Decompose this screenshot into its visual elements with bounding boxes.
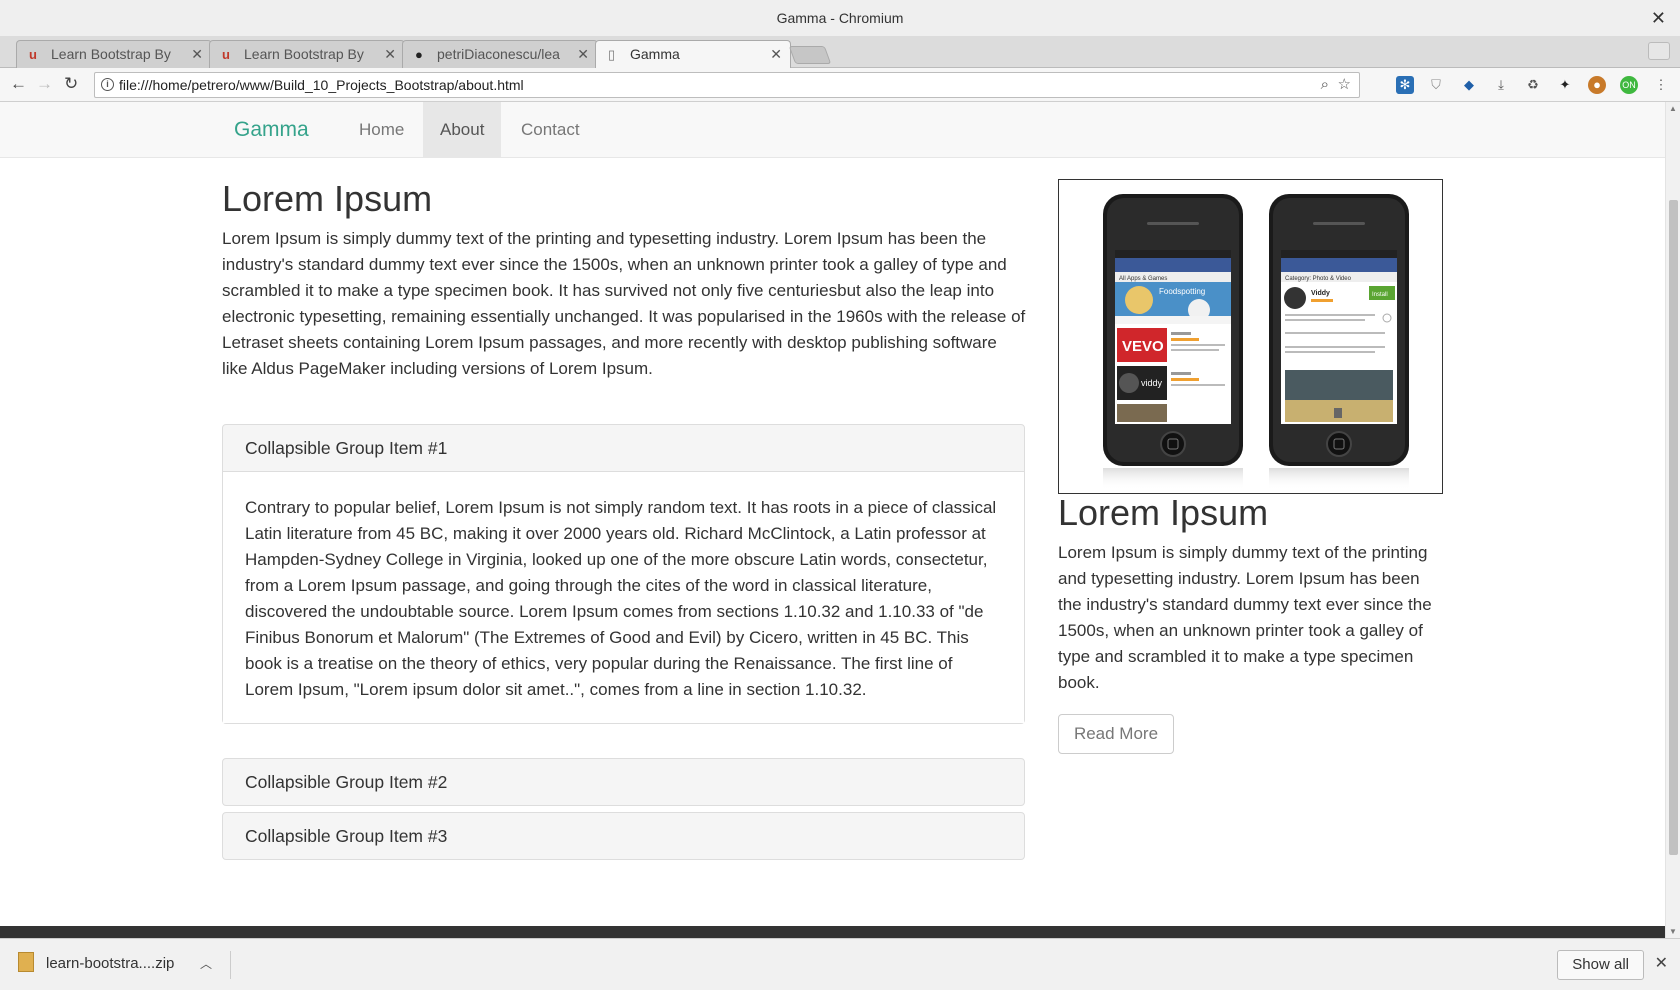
- browser-tab-1[interactable]: u Learn Bootstrap By ✕: [16, 40, 212, 68]
- browser-tab-3[interactable]: ● petriDiaconescu/lea ✕: [402, 40, 598, 68]
- phone-left-header: All Apps & Games: [1119, 276, 1167, 282]
- phone-right-app: Viddy: [1311, 290, 1330, 297]
- tab-label: petriDiaconescu/lea: [437, 46, 560, 62]
- sidebar-heading: Lorem Ipsum: [1058, 492, 1269, 533]
- site-navbar: Gamma Home About Contact: [0, 102, 1665, 158]
- window-close-icon[interactable]: ✕: [1651, 0, 1666, 36]
- browser-tab-2[interactable]: u Learn Bootstrap By ✕: [209, 40, 405, 68]
- window-titlebar: Gamma - Chromium ✕: [0, 0, 1680, 36]
- download-filename: learn-bootstra....zip: [46, 955, 175, 972]
- back-icon[interactable]: ←: [10, 74, 27, 94]
- browser-toolbar: ← → ↻ i file:///home/petrero/www/Build_1…: [0, 68, 1680, 102]
- extension-icon[interactable]: ◆: [1460, 76, 1478, 94]
- zoom-icon[interactable]: ⌕: [1321, 73, 1329, 97]
- url-text: file:///home/petrero/www/Build_10_Projec…: [119, 77, 524, 93]
- tab-label: Gamma: [630, 46, 680, 62]
- window-title: Gamma - Chromium: [776, 10, 904, 26]
- phone-right-install: Install: [1372, 292, 1388, 298]
- extension-icon[interactable]: ✦: [1556, 76, 1574, 94]
- tab-close-icon[interactable]: ✕: [191, 41, 203, 68]
- tab-label: Learn Bootstrap By: [51, 46, 171, 62]
- github-icon: ●: [415, 47, 423, 62]
- show-all-button[interactable]: Show all: [1557, 950, 1644, 980]
- udemy-icon: u: [222, 47, 230, 62]
- extension-icon[interactable]: ON: [1620, 76, 1638, 94]
- reload-icon[interactable]: ↻: [64, 74, 78, 94]
- menu-icon[interactable]: ⋮: [1652, 76, 1670, 94]
- phone-left-banner: Foodspotting: [1159, 287, 1205, 296]
- udemy-icon: u: [29, 47, 37, 62]
- accordion-item-2: Collapsible Group Item #2: [222, 758, 1025, 806]
- scroll-down-icon[interactable]: ▼: [1669, 927, 1677, 936]
- phones-illustration: All Apps & Games Foodspotting VEVO viddy: [1103, 194, 1409, 490]
- accordion-toggle[interactable]: Collapsible Group Item #3: [223, 813, 1024, 859]
- document-icon: ▯: [608, 47, 616, 62]
- scrollbar-thumb[interactable]: [1669, 200, 1678, 855]
- accordion-body: Contrary to popular belief, Lorem Ipsum …: [223, 471, 1024, 723]
- nav-link-contact[interactable]: Contact: [504, 102, 597, 158]
- tab-close-icon[interactable]: ✕: [577, 41, 589, 68]
- navbar-brand[interactable]: Gamma: [234, 118, 309, 142]
- page-heading: Lorem Ipsum: [222, 178, 433, 219]
- divider: [230, 951, 231, 979]
- address-bar[interactable]: i file:///home/petrero/www/Build_10_Proj…: [94, 72, 1360, 98]
- phones-image: All Apps & Games Foodspotting VEVO viddy: [1058, 179, 1443, 494]
- sidebar-paragraph: Lorem Ipsum is simply dummy text of the …: [1058, 543, 1432, 692]
- download-item[interactable]: learn-bootstra....zip: [18, 951, 174, 977]
- phone-left-brand: VEVO: [1122, 338, 1164, 355]
- close-icon[interactable]: ✕: [1655, 953, 1668, 973]
- nav-link-home[interactable]: Home: [342, 102, 421, 158]
- extension-icon[interactable]: ●: [1588, 76, 1606, 94]
- accordion-item-1: Collapsible Group Item #1 Contrary to po…: [222, 424, 1025, 724]
- tab-close-icon[interactable]: ✕: [384, 41, 396, 68]
- downloads-bar: learn-bootstra....zip ︿ Show all ✕: [0, 938, 1680, 990]
- site-info-icon[interactable]: i: [101, 78, 114, 91]
- tab-close-icon[interactable]: ✕: [770, 41, 782, 68]
- phone-left: All Apps & Games Foodspotting VEVO viddy: [1103, 194, 1243, 490]
- download-icon[interactable]: ⤓: [1492, 76, 1510, 94]
- new-tab-button[interactable]: [788, 46, 832, 64]
- phone-right: Category: Photo & Video Viddy Install: [1269, 194, 1409, 490]
- shield-icon[interactable]: ⛉: [1427, 76, 1445, 94]
- zip-file-icon: [18, 952, 34, 972]
- phone-right-header: Category: Photo & Video: [1285, 276, 1352, 282]
- forward-icon[interactable]: →: [36, 74, 53, 94]
- intro-paragraph: Lorem Ipsum is simply dummy text of the …: [222, 229, 1026, 378]
- chevron-up-icon[interactable]: ︿: [200, 955, 212, 972]
- read-more-button[interactable]: Read More: [1058, 714, 1174, 754]
- accordion-toggle[interactable]: Collapsible Group Item #1: [223, 425, 1024, 471]
- scroll-up-icon[interactable]: ▲: [1669, 104, 1677, 113]
- tab-label: Learn Bootstrap By: [244, 46, 364, 62]
- accordion-item-3: Collapsible Group Item #3: [222, 812, 1025, 860]
- bookmark-star-icon[interactable]: ☆: [1338, 73, 1351, 97]
- accordion-toggle[interactable]: Collapsible Group Item #2: [223, 759, 1024, 805]
- browser-tab-active[interactable]: ▯ Gamma ✕: [595, 40, 791, 68]
- page-footer: [0, 926, 1665, 938]
- recycle-icon[interactable]: ♻: [1524, 76, 1542, 94]
- page-scrollbar[interactable]: ▲ ▼: [1665, 102, 1680, 938]
- profile-icon[interactable]: [1648, 42, 1670, 60]
- extension-icon[interactable]: ✻: [1396, 76, 1414, 94]
- page-viewport: Gamma Home About Contact Lorem Ipsum Lor…: [0, 102, 1680, 938]
- nav-link-about[interactable]: About: [423, 102, 502, 158]
- tab-strip: u Learn Bootstrap By ✕ u Learn Bootstrap B…: [0, 36, 1680, 68]
- phone-left-app2: viddy: [1141, 378, 1163, 388]
